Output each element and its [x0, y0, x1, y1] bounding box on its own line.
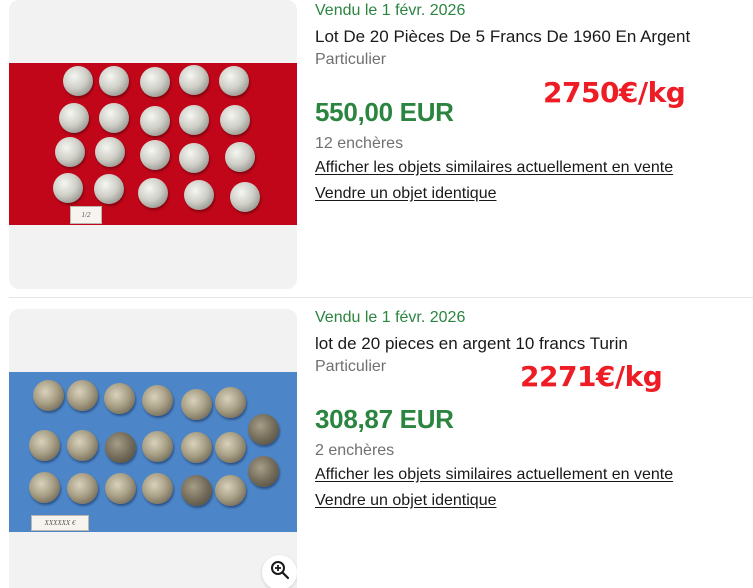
bid-count: 12 enchères — [315, 135, 404, 152]
sell-similar-link[interactable]: Vendre un objet identique — [315, 185, 496, 203]
coin — [142, 385, 173, 416]
coin — [67, 380, 98, 411]
coin — [104, 383, 135, 414]
coin — [230, 182, 260, 212]
coin — [55, 137, 85, 167]
coin — [140, 106, 170, 136]
listing-title[interactable]: Lot De 20 Pièces De 5 Francs De 1960 En … — [315, 27, 690, 47]
coin — [181, 432, 212, 463]
seller-type: Particulier — [315, 358, 387, 375]
coin — [140, 140, 170, 170]
coin — [248, 456, 279, 487]
coin — [215, 475, 246, 506]
view-similar-link[interactable]: Afficher les objets similaires actuellem… — [315, 159, 673, 177]
price-per-kg-annotation: 2750€/kg — [543, 76, 686, 109]
coin — [59, 103, 89, 133]
coin — [29, 430, 60, 461]
zoom-in-icon — [270, 560, 290, 585]
coin — [215, 432, 246, 463]
coin — [105, 473, 136, 504]
seller-type: Particulier — [315, 51, 387, 68]
listing-divider — [9, 297, 753, 298]
coin — [219, 66, 249, 96]
listing-card: XXXXXX € Vendu le 1 févr. 2026 lot de 20… — [0, 307, 753, 588]
coin — [105, 432, 136, 463]
listing-photo[interactable]: 1/2 — [9, 63, 297, 225]
listing-photo[interactable]: XXXXXX € — [9, 372, 297, 532]
coin — [179, 65, 209, 95]
photo-tag-label: XXXXXX € — [31, 515, 89, 531]
coin — [181, 475, 212, 506]
coin — [95, 137, 125, 167]
coin — [99, 66, 129, 96]
coin — [33, 380, 64, 411]
zoom-button[interactable] — [262, 555, 297, 588]
coin — [184, 180, 214, 210]
sold-price: 308,87 EUR — [315, 404, 454, 434]
coin — [179, 105, 209, 135]
coin — [142, 473, 173, 504]
coin — [181, 389, 212, 420]
coin — [53, 173, 83, 203]
coin — [215, 387, 246, 418]
coin — [142, 431, 173, 462]
sold-date: Vendu le 1 févr. 2026 — [315, 309, 466, 326]
coin — [94, 174, 124, 204]
coin — [67, 430, 98, 461]
sell-similar-link[interactable]: Vendre un objet identique — [315, 492, 496, 510]
coin — [248, 414, 279, 445]
sold-price: 550,00 EUR — [315, 97, 454, 127]
coin — [99, 103, 129, 133]
coin — [138, 178, 168, 208]
price-per-kg-annotation: 2271€/kg — [520, 360, 663, 393]
coin — [225, 142, 255, 172]
coin — [67, 473, 98, 504]
listing-image-container[interactable]: 1/2 — [9, 0, 297, 289]
listing-image-container[interactable]: XXXXXX € — [9, 309, 297, 588]
coin — [179, 143, 209, 173]
photo-tag-label: 1/2 — [70, 206, 102, 224]
bid-count: 2 enchères — [315, 442, 395, 459]
sold-date: Vendu le 1 févr. 2026 — [315, 2, 466, 19]
coin — [29, 472, 60, 503]
listing-card: 1/2 Vendu le 1 févr. 2026 Lot De 20 Pièc… — [0, 0, 753, 297]
view-similar-link[interactable]: Afficher les objets similaires actuellem… — [315, 466, 673, 484]
coin — [63, 66, 93, 96]
coin — [140, 67, 170, 97]
listing-title[interactable]: lot de 20 pieces en argent 10 francs Tur… — [315, 334, 628, 354]
coin — [220, 105, 250, 135]
